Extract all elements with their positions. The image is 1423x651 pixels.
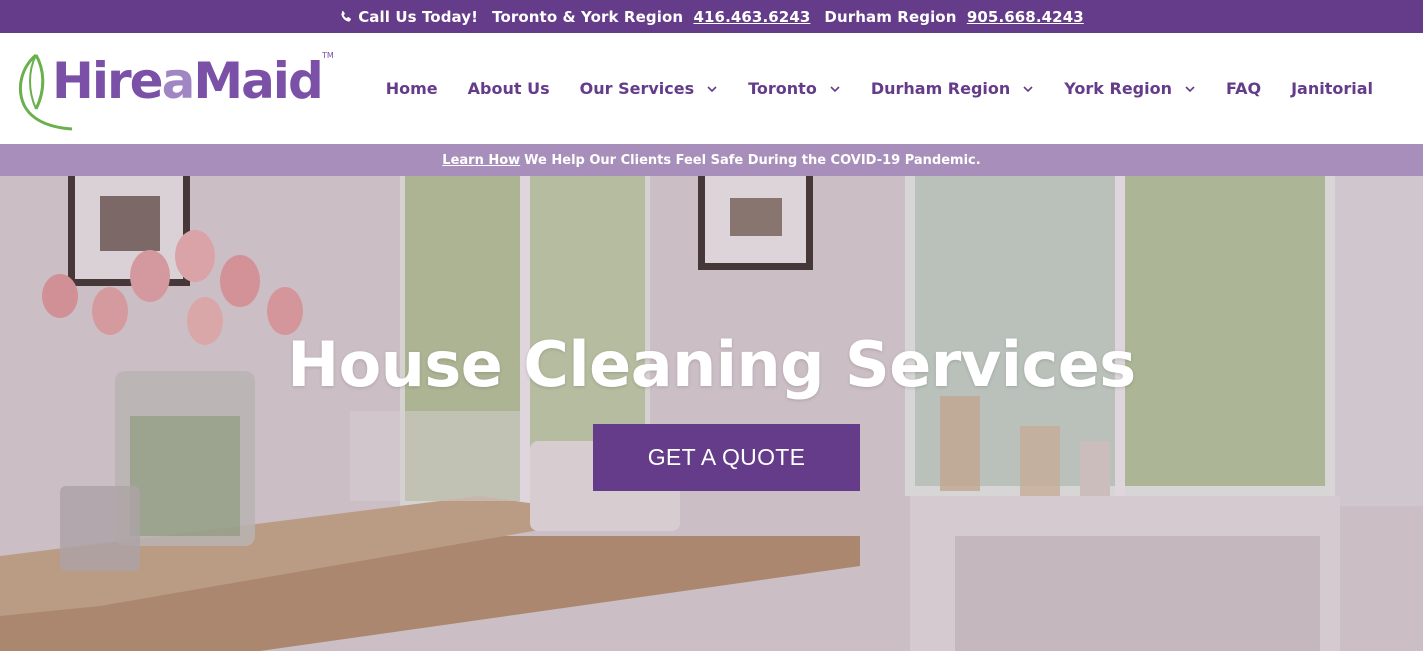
nav-item-toronto[interactable]: Toronto [748, 79, 841, 98]
covid-notice-text: We Help Our Clients Feel Safe During the… [524, 152, 981, 168]
top-contact-bar: Call Us Today! Toronto & York Region 416… [0, 0, 1423, 33]
nav-label-about-us: About Us [467, 79, 550, 98]
hero-overlay [0, 176, 1423, 651]
site-header: HireaMaid TM Home About Us Our Services … [0, 33, 1423, 144]
logo-hire: Hire [52, 52, 164, 110]
nav-label-york-region: York Region [1064, 79, 1172, 98]
hireamaid-logo[interactable]: HireaMaid TM [14, 47, 344, 131]
nav-item-home[interactable]: Home [386, 79, 438, 98]
nav-item-about-us[interactable]: About Us [468, 79, 550, 98]
toronto-phone-link[interactable]: 416.463.6243 [693, 8, 810, 26]
logo-wordmark: HireaMaid [52, 51, 324, 111]
nav-label-faq: FAQ [1226, 79, 1262, 98]
durham-region-label: Durham Region [824, 7, 957, 26]
nav-label-our-services: Our Services [579, 79, 695, 98]
chevron-down-icon [1185, 85, 1195, 92]
chevron-down-icon [1023, 85, 1033, 92]
toronto-region-label: Toronto & York Region [492, 7, 684, 26]
nav-label-home: Home [385, 79, 438, 98]
hero-title: House Cleaning Services [287, 328, 1136, 401]
logo-a: a [161, 52, 196, 110]
nav-item-durham-region[interactable]: Durham Region [871, 79, 1034, 98]
phone-icon [341, 10, 352, 22]
chevron-down-icon [707, 85, 717, 92]
chevron-down-icon [830, 85, 840, 92]
durham-phone-link[interactable]: 905.668.4243 [967, 8, 1084, 26]
nav-item-janitorial[interactable]: Janitorial [1291, 79, 1373, 98]
nav-item-york-region[interactable]: York Region [1064, 79, 1196, 98]
nav-label-toronto: Toronto [748, 79, 817, 98]
get-a-quote-button[interactable]: GET A QUOTE [593, 424, 860, 491]
toronto-contact: Toronto & York Region 416.463.6243 [492, 8, 810, 26]
logo-trademark: TM [322, 51, 334, 60]
durham-contact: Durham Region 905.668.4243 [824, 8, 1083, 26]
nav-label-janitorial: Janitorial [1291, 79, 1373, 98]
learn-how-link[interactable]: Learn How [442, 153, 520, 168]
nav-item-our-services[interactable]: Our Services [580, 79, 719, 98]
covid-notice-bar: Learn How We Help Our Clients Feel Safe … [0, 144, 1423, 176]
logo-maid: Maid [193, 52, 323, 110]
nav-item-faq[interactable]: FAQ [1226, 79, 1261, 98]
hero-section: House Cleaning Services GET A QUOTE [0, 176, 1423, 651]
main-navigation: Home About Us Our Services Toronto Durha… [356, 33, 1373, 144]
call-us-label: Call Us Today! [358, 7, 479, 26]
nav-label-durham-region: Durham Region [870, 79, 1011, 98]
